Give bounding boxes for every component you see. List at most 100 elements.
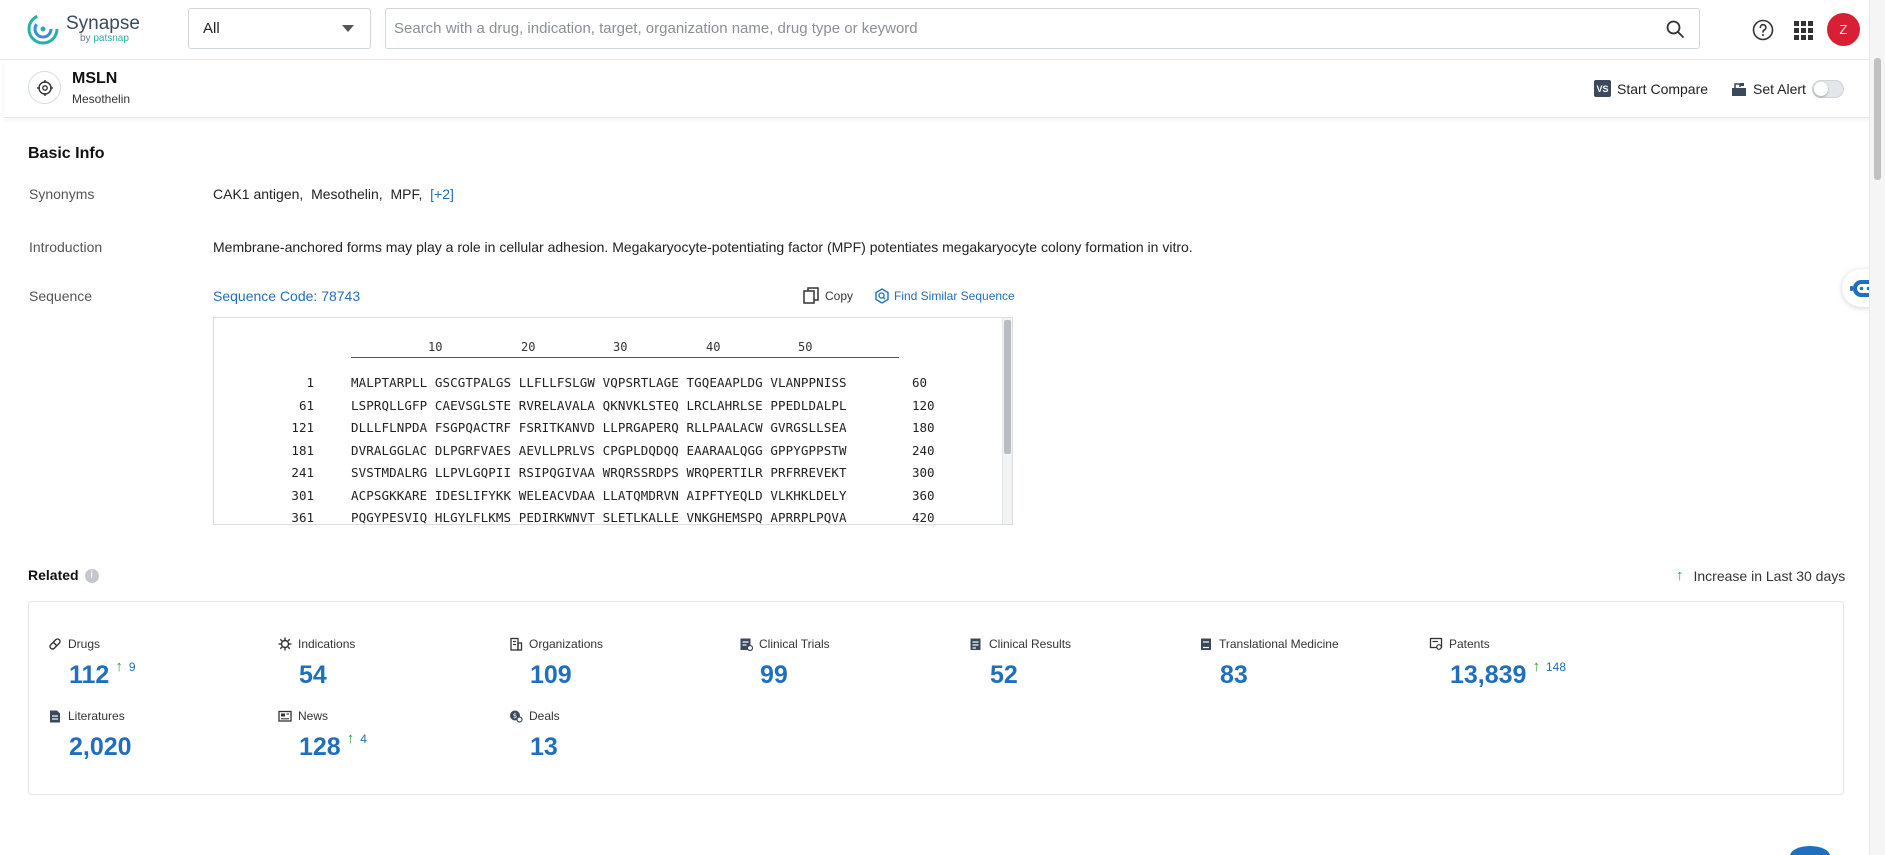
target-full-name: Mesothelin <box>72 92 130 106</box>
synonyms-label: Synonyms <box>29 186 94 202</box>
start-compare-label: Start Compare <box>1617 81 1708 97</box>
ruler-tick: 30 <box>613 340 627 354</box>
stat-translational-medicine[interactable]: Translational Medicine 83 <box>1199 637 1339 690</box>
basic-info-title: Basic Info <box>28 145 104 163</box>
sequence-ruler: 10 20 30 40 50 <box>351 340 899 358</box>
report-icon <box>969 637 983 651</box>
stat-value: 112 <box>69 661 109 690</box>
arrow-up-icon: ↑ <box>347 730 355 747</box>
search-scope-value: All <box>203 20 220 37</box>
arrow-up-icon: ↑ <box>1676 567 1684 584</box>
search-input[interactable] <box>394 9 1634 48</box>
stat-value: 13 <box>530 733 558 762</box>
copy-label: Copy <box>825 289 853 303</box>
document-icon <box>48 709 62 723</box>
stat-increase-value: 4 <box>360 732 367 746</box>
set-alert-toggle[interactable] <box>1812 80 1844 98</box>
stat-organizations[interactable]: Organizations 109 <box>509 637 603 690</box>
help-icon[interactable] <box>1751 18 1775 42</box>
caret-down-icon <box>342 25 354 32</box>
synonym-item: Mesothelin, <box>311 186 383 202</box>
stat-patents[interactable]: Patents 13,839↑148 <box>1429 637 1566 690</box>
sequence-label: Sequence <box>29 288 92 304</box>
increase-legend-label: Increase in Last 30 days <box>1694 568 1846 584</box>
floating-action-button[interactable] <box>1790 846 1830 855</box>
stat-increase-value: 9 <box>129 660 136 674</box>
find-similar-sequence-button[interactable]: Find Similar Sequence <box>874 288 1015 304</box>
sequence-line-start: 1 <box>264 375 314 390</box>
info-icon[interactable]: i <box>85 569 99 583</box>
sequence-line-start: 121 <box>264 420 314 435</box>
introduction-label: Introduction <box>29 239 102 255</box>
stat-deals[interactable]: $Deals 13 <box>509 709 560 762</box>
related-title: Related i <box>28 567 99 583</box>
sequence-residues: LSPRQLLGFP CAEVSGLSTE RVRELAVALA QKNVKLS… <box>351 398 847 413</box>
related-stats-card: Drugs 112↑9 Indications 54 Organizations… <box>28 601 1844 795</box>
target-header: MSLN Mesothelin VS Start Compare Set Ale… <box>4 60 1870 118</box>
stat-literatures[interactable]: Literatures 2,020 <box>48 709 132 762</box>
sequence-line-start: 361 <box>264 510 314 525</box>
sequence-line-end: 60 <box>912 375 927 390</box>
compare-icon: VS <box>1594 80 1611 97</box>
logo-sub-prefix: by <box>80 33 91 44</box>
page-scrollbar[interactable] <box>1869 0 1885 855</box>
search-bar <box>385 8 1700 49</box>
target-icon <box>28 71 61 104</box>
arrow-up-icon: ↑ <box>115 658 123 675</box>
ruler-tick: 20 <box>521 340 535 354</box>
stat-value: 13,839 <box>1450 661 1526 690</box>
related-title-text: Related <box>28 567 79 583</box>
sequence-code-link[interactable]: Sequence Code: 78743 <box>213 288 360 304</box>
ruler-tick: 40 <box>706 340 720 354</box>
synapse-logo-icon <box>26 12 60 46</box>
stat-label: Deals <box>529 709 560 723</box>
stat-indications[interactable]: Indications 54 <box>278 637 355 690</box>
stat-value: 2,020 <box>69 733 132 762</box>
logo-subtitle: by patsnap <box>80 34 140 44</box>
sequence-residues: PQGYPESVIQ HLGYLFLKMS PEDIRKWNVT SLETLKA… <box>351 510 847 525</box>
page-scrollbar-thumb[interactable] <box>1874 58 1881 180</box>
search-icon[interactable] <box>1665 19 1685 39</box>
start-compare-button[interactable]: VS Start Compare <box>1594 80 1708 97</box>
stat-increase: ↑9 <box>115 658 135 675</box>
ruler-tick: 10 <box>428 340 442 354</box>
sequence-line-start: 61 <box>264 398 314 413</box>
stat-news[interactable]: News 128 ↑ 4 <box>278 709 367 762</box>
book-icon <box>1199 637 1213 651</box>
find-similar-label: Find Similar Sequence <box>894 289 1015 303</box>
copy-sequence-button[interactable]: Copy <box>803 287 853 304</box>
sequence-scrollbar-thumb[interactable] <box>1004 320 1011 454</box>
synonyms-more-link[interactable]: [+2] <box>430 186 454 202</box>
stat-clinical-results[interactable]: Clinical Results 52 <box>969 637 1071 690</box>
arrow-up-icon: ↑ <box>1532 658 1540 675</box>
sequence-residues: MALPTARPLL GSCGTPALGS LLFLLFSLGW VQPSRTL… <box>351 375 847 390</box>
sequence-line-start: 181 <box>264 443 314 458</box>
search-scope-select[interactable]: All <box>188 8 371 49</box>
patent-icon <box>1429 637 1443 651</box>
stat-value: 128 <box>299 733 341 762</box>
user-avatar[interactable]: Z <box>1827 13 1860 46</box>
newspaper-icon <box>278 709 292 723</box>
synapse-logo[interactable]: Synapse by patsnap <box>26 12 140 46</box>
sequence-line-end: 420 <box>912 510 935 525</box>
stat-label: News <box>298 709 328 723</box>
virus-icon <box>278 637 292 651</box>
set-alert-label: Set Alert <box>1753 81 1806 97</box>
stat-clinical-trials[interactable]: Clinical Trials 99 <box>739 637 830 690</box>
clipboard-icon <box>739 637 753 651</box>
stat-label: Patents <box>1449 637 1490 651</box>
copy-icon <box>803 287 819 304</box>
sequence-residues: DLLLFLNPDA FSGPQACTRF FSRITKANVD LLPRGAP… <box>351 420 847 435</box>
sequence-scrollbar[interactable] <box>1002 318 1012 524</box>
target-name: MSLN <box>72 70 117 88</box>
sequence-line-end: 300 <box>912 465 935 480</box>
sequence-line-start: 301 <box>264 488 314 503</box>
sequence-viewer[interactable]: 10 20 30 40 50 1 MALPTARPLL GSCGTPALGS LL… <box>213 317 1013 525</box>
stat-value: 54 <box>299 661 327 690</box>
synonym-item: CAK1 antigen, <box>213 186 303 202</box>
sequence-residues: SVSTMDALRG LLPVLGQPII RSIPQGIVAA WRQRSSR… <box>351 465 847 480</box>
stat-drugs[interactable]: Drugs 112↑9 <box>48 637 136 690</box>
sequence-line-end: 180 <box>912 420 935 435</box>
sequence-line-end: 240 <box>912 443 935 458</box>
apps-grid-icon[interactable] <box>1791 18 1815 42</box>
